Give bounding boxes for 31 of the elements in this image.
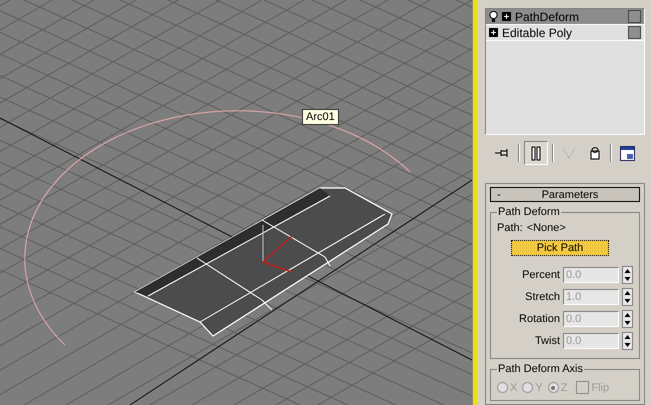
expand-icon[interactable] <box>502 12 511 21</box>
modifier-label: Editable Poly <box>502 26 574 40</box>
rollout-header[interactable]: - Parameters <box>490 187 640 202</box>
spinner-arrows-icon[interactable] <box>622 266 633 284</box>
toggle-square-icon[interactable] <box>628 10 641 23</box>
spinner-label: Stretch <box>525 291 560 303</box>
expand-icon[interactable] <box>489 28 498 37</box>
spinner-arrows-icon[interactable] <box>622 332 633 350</box>
collapse-toggle: - <box>497 188 507 200</box>
toolbar-button[interactable] <box>524 141 548 165</box>
path-value: <None> <box>526 222 566 234</box>
spinner-label: Rotation <box>519 313 560 325</box>
spinner-label: Twist <box>534 335 560 347</box>
spinner-arrows-icon[interactable] <box>622 288 633 306</box>
pick-path-button[interactable]: Pick Path <box>511 240 609 256</box>
group-title: Path Deform <box>497 206 561 218</box>
rollout-title: Parameters <box>540 188 600 200</box>
modifier-item[interactable]: PathDeform <box>486 9 644 25</box>
group-title: Path Deform Axis <box>497 363 584 375</box>
v-shape-icon <box>562 147 576 159</box>
spinner-arrows-icon[interactable] <box>622 310 633 328</box>
spinner-label: Percent <box>522 269 560 281</box>
bars-icon <box>531 146 541 160</box>
toggle-square-icon[interactable] <box>628 26 641 39</box>
object-label: Arc01 <box>302 109 339 125</box>
configure-icon <box>620 146 634 160</box>
path-label: Path: <box>497 222 523 234</box>
bin-icon <box>590 146 600 160</box>
modifier-item[interactable]: Editable Poly <box>486 25 644 41</box>
gizmo-icon <box>262 224 292 273</box>
modifier-label: PathDeform <box>515 10 580 24</box>
